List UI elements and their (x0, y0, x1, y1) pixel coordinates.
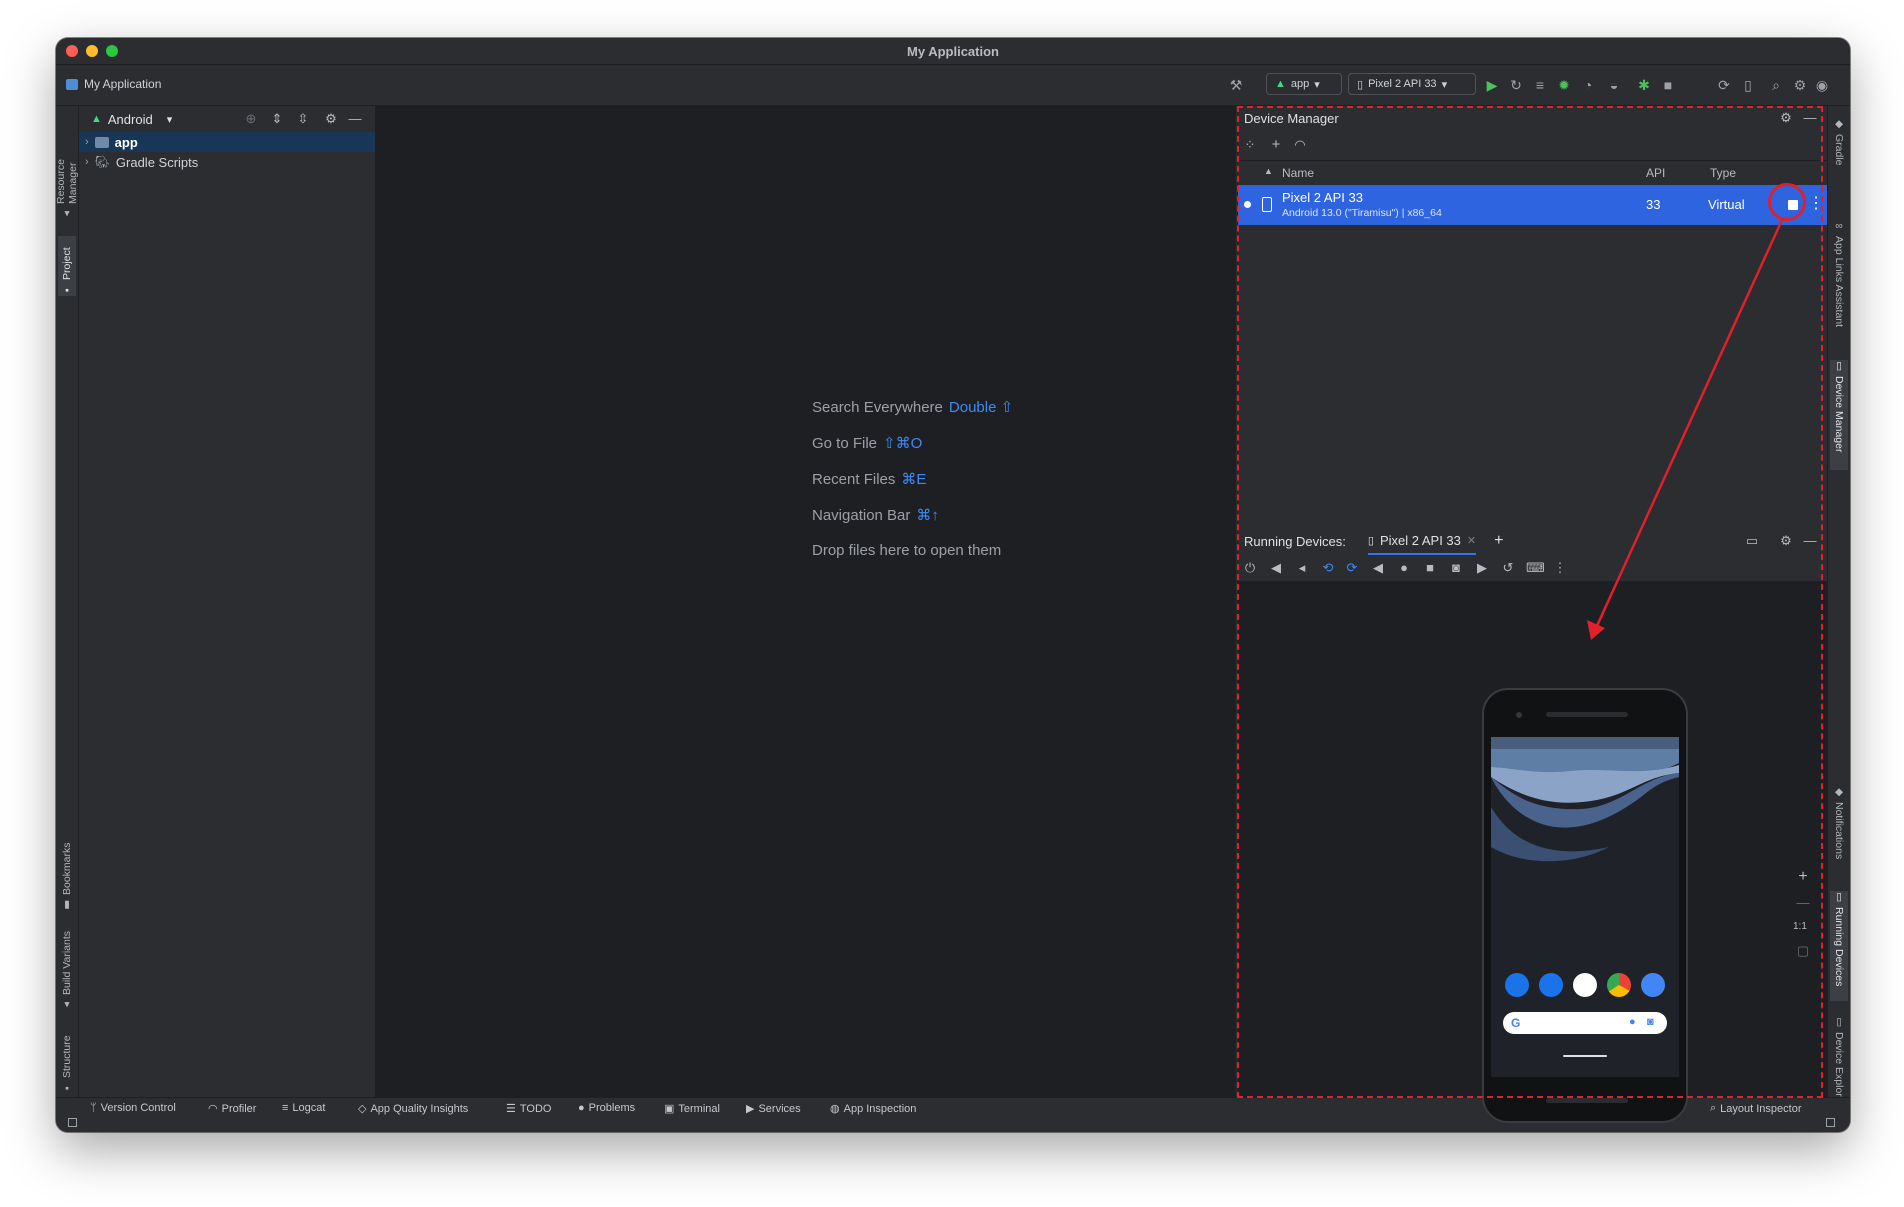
annotation-arrow (1587, 219, 1784, 640)
ide-window: My Application My Application ⚒ ▲ app ▾ … (56, 38, 1850, 1132)
